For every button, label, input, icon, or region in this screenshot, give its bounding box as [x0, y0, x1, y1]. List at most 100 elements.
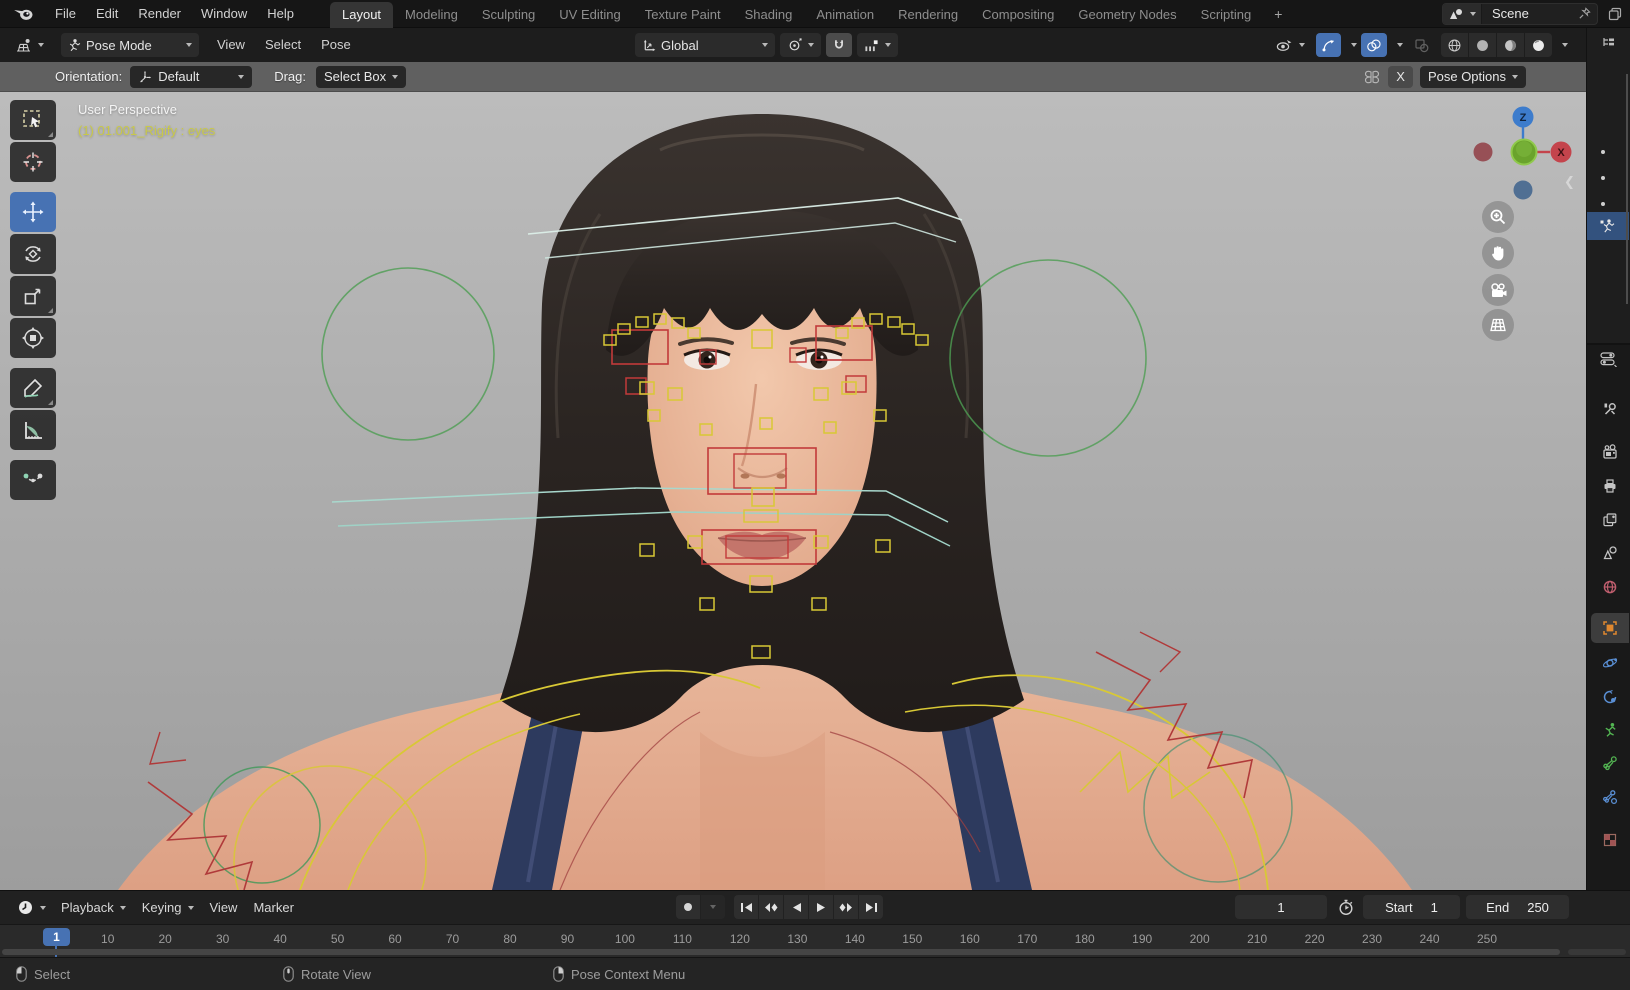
- properties-tab-bone-constraints[interactable]: [1591, 782, 1629, 812]
- viewport-canvas[interactable]: [0, 92, 1586, 890]
- outliner-editor-icon[interactable]: [1587, 28, 1630, 48]
- outliner-item-dot[interactable]: [1601, 202, 1605, 206]
- workspace-tab[interactable]: UV Editing: [547, 2, 632, 28]
- workspace-tab[interactable]: Modeling: [393, 2, 470, 28]
- outliner-item-dot[interactable]: [1601, 150, 1605, 154]
- orthographic-toggle-button[interactable]: [1482, 309, 1514, 341]
- pan-button[interactable]: [1482, 237, 1514, 269]
- new-scene-icon[interactable]: [1608, 7, 1622, 21]
- snap-toggle[interactable]: [826, 33, 852, 57]
- show-overlays-toggle[interactable]: [1361, 33, 1387, 57]
- play-reverse-button[interactable]: [784, 895, 808, 919]
- add-workspace-button[interactable]: +: [1263, 2, 1293, 26]
- navigation-gizmo[interactable]: Z X: [1470, 96, 1574, 204]
- properties-tab-world[interactable]: [1591, 572, 1629, 602]
- marker-menu[interactable]: Marker: [245, 900, 301, 915]
- pose-options-dropdown[interactable]: Pose Options: [1419, 65, 1526, 88]
- mirror-x-toggle[interactable]: X: [1388, 65, 1413, 88]
- tool-pose-breakdowner[interactable]: [10, 460, 56, 500]
- shading-wireframe-button[interactable]: [1441, 33, 1468, 57]
- current-frame-badge[interactable]: 1: [43, 928, 70, 946]
- properties-tab-output[interactable]: [1591, 471, 1629, 501]
- properties-tab-texture[interactable]: [1591, 825, 1629, 855]
- keying-set-dropdown[interactable]: [701, 895, 725, 919]
- workspace-tab[interactable]: Rendering: [886, 2, 970, 28]
- xray-toggle[interactable]: [1407, 33, 1437, 57]
- tool-cursor[interactable]: [10, 142, 56, 182]
- workspace-tab[interactable]: Compositing: [970, 2, 1066, 28]
- next-keyframe-button[interactable]: [834, 895, 858, 919]
- visibility-dropdown[interactable]: [1269, 33, 1312, 57]
- transform-orientation-dropdown[interactable]: Global: [635, 33, 775, 57]
- timeline-scrollbar-stub[interactable]: [1568, 949, 1626, 955]
- properties-editor-icon[interactable]: [1587, 345, 1630, 367]
- current-frame-field[interactable]: 1: [1235, 895, 1327, 919]
- timeline-scrollbar[interactable]: [2, 949, 1560, 955]
- tool-measure[interactable]: [10, 410, 56, 450]
- jump-to-end-button[interactable]: [859, 895, 883, 919]
- outliner-armature-item[interactable]: [1587, 212, 1629, 240]
- drag-mode-dropdown[interactable]: Select Box: [316, 65, 407, 88]
- previous-keyframe-button[interactable]: [759, 895, 783, 919]
- mode-selector[interactable]: Pose Mode: [61, 33, 199, 57]
- viewport-3d[interactable]: User Perspective (1) 01.001_Rigify : eye…: [0, 92, 1586, 890]
- shading-material-button[interactable]: [1497, 33, 1524, 57]
- end-frame-field[interactable]: End 250: [1466, 895, 1569, 919]
- show-gizmo-toggle[interactable]: [1316, 33, 1341, 57]
- properties-tab-bone[interactable]: [1591, 748, 1629, 778]
- workspace-tab[interactable]: Shading: [733, 2, 805, 28]
- outliner-scrollbar[interactable]: [1626, 74, 1628, 304]
- pivot-point-dropdown[interactable]: [780, 33, 821, 57]
- zoom-button[interactable]: [1482, 201, 1514, 233]
- tool-transform[interactable]: [10, 318, 56, 358]
- play-button[interactable]: [809, 895, 833, 919]
- orientation-default-dropdown[interactable]: Default: [130, 65, 253, 88]
- tool-move[interactable]: [10, 192, 56, 232]
- tool-rotate[interactable]: [10, 234, 56, 274]
- jump-to-start-button[interactable]: [734, 895, 758, 919]
- preview-range-button[interactable]: [1333, 895, 1359, 919]
- auto-keyframe-record-button[interactable]: [676, 895, 700, 919]
- workspace-tab[interactable]: Animation: [804, 2, 886, 28]
- topbar-menu-item[interactable]: Render: [128, 0, 191, 28]
- properties-tab-physics[interactable]: [1591, 648, 1629, 678]
- snap-settings-dropdown[interactable]: [857, 33, 898, 57]
- workspace-tab[interactable]: Sculpting: [470, 2, 547, 28]
- topbar-menu-item[interactable]: Window: [191, 0, 257, 28]
- tool-select-box[interactable]: [10, 100, 56, 140]
- viewport-menu-item[interactable]: View: [207, 31, 255, 59]
- tool-annotate[interactable]: [10, 368, 56, 408]
- workspace-tab[interactable]: Geometry Nodes: [1066, 2, 1188, 28]
- topbar-menu-item[interactable]: Help: [257, 0, 304, 28]
- properties-tab-view-layer[interactable]: [1591, 505, 1629, 535]
- shading-rendered-button[interactable]: [1525, 33, 1552, 57]
- properties-tab-object-constraints[interactable]: [1591, 682, 1629, 712]
- properties-tab-render[interactable]: [1591, 437, 1629, 467]
- editor-type-button[interactable]: [8, 33, 51, 57]
- start-frame-field[interactable]: Start 1: [1363, 895, 1460, 919]
- timeline-view-menu[interactable]: View: [202, 900, 246, 915]
- topbar-menu-item[interactable]: File: [45, 0, 86, 28]
- playback-menu[interactable]: Playback: [53, 900, 134, 915]
- properties-tab-scene[interactable]: [1591, 538, 1629, 568]
- properties-tab-tool[interactable]: [1591, 394, 1629, 424]
- blender-logo-icon[interactable]: [12, 6, 35, 21]
- workspace-tab[interactable]: Scripting: [1189, 2, 1264, 28]
- camera-view-button[interactable]: [1482, 274, 1514, 306]
- tool-scale[interactable]: [10, 276, 56, 316]
- viewport-menu-item[interactable]: Select: [255, 31, 311, 59]
- pin-icon[interactable]: [1572, 7, 1597, 20]
- outliner-item-dot[interactable]: [1601, 176, 1605, 180]
- workspace-tab[interactable]: Texture Paint: [633, 2, 733, 28]
- timeline-editor-type-button[interactable]: [10, 896, 53, 920]
- viewport-menu-item[interactable]: Pose: [311, 31, 361, 59]
- properties-tab-object-data[interactable]: [1591, 715, 1629, 745]
- shading-solid-button[interactable]: [1469, 33, 1496, 57]
- properties-tab-object[interactable]: [1591, 613, 1629, 643]
- topbar-menu-item[interactable]: Edit: [86, 0, 128, 28]
- panel-collapse-icon[interactable]: ❮: [1564, 174, 1575, 190]
- scene-browse-button[interactable]: [1443, 3, 1482, 24]
- workspace-tab[interactable]: Layout: [330, 1, 394, 28]
- scene-name-field[interactable]: Scene: [1482, 6, 1572, 21]
- keying-menu[interactable]: Keying: [134, 900, 202, 915]
